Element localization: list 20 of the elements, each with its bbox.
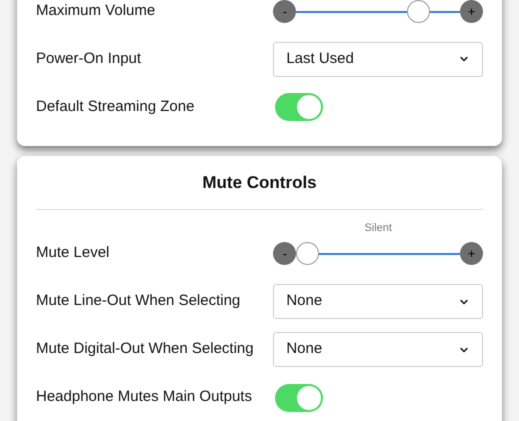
dropdown[interactable]: None — [273, 332, 483, 367]
dropdown[interactable]: None — [273, 284, 483, 319]
section-title: Mute Controls — [201, 172, 318, 194]
setting-label: Headphone Mutes Main Outputs — [36, 387, 253, 408]
setting-label: Mute Line-Out When Selecting — [36, 291, 242, 312]
toggle-switch[interactable] — [275, 93, 323, 121]
increase-button[interactable]: + — [460, 0, 483, 22]
slider-thumb[interactable] — [296, 242, 320, 265]
slider-reading: Silent — [363, 220, 393, 236]
decrease-button[interactable]: - — [273, 242, 296, 265]
setting-label: Default Streaming Zone — [36, 96, 196, 117]
slider-thumb[interactable] — [407, 0, 430, 22]
setting-label: Maximum Volume — [36, 0, 156, 21]
toggle-switch[interactable] — [275, 384, 323, 412]
dropdown[interactable]: Last Used — [273, 42, 483, 76]
setting-label: Mute Digital-Out When Selecting — [36, 339, 255, 360]
setting-label: Power-On Input — [36, 48, 142, 69]
setting-label: Mute Level — [36, 243, 110, 264]
decrease-button[interactable]: - — [273, 0, 296, 22]
increase-button[interactable]: + — [460, 242, 483, 265]
